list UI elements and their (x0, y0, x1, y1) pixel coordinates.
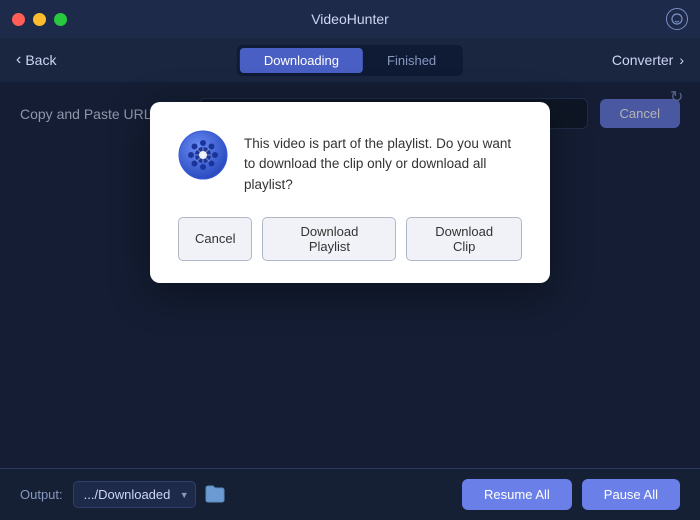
close-button[interactable] (12, 13, 25, 26)
chevron-right-icon: › (679, 52, 684, 68)
pause-all-button[interactable]: Pause All (582, 479, 680, 510)
bottom-bar: Output: .../Downloaded Resume All Pause … (0, 468, 700, 520)
chat-icon[interactable] (666, 8, 688, 30)
folder-icon[interactable] (204, 484, 226, 506)
title-bar: VideoHunter (0, 0, 700, 38)
converter-button[interactable]: Converter › (612, 52, 684, 68)
back-label: Back (25, 52, 56, 68)
resume-all-button[interactable]: Resume All (462, 479, 572, 510)
dialog-download-clip-button[interactable]: Download Clip (406, 217, 522, 261)
tab-downloading[interactable]: Downloading (240, 48, 363, 73)
main-content: Copy and Paste URL here: Cancel ↻ (0, 82, 700, 468)
dialog-overlay: This video is part of the playlist. Do y… (0, 82, 700, 468)
dialog-actions: Cancel Download Playlist Download Clip (178, 217, 522, 261)
tab-finished[interactable]: Finished (363, 48, 460, 73)
output-select[interactable]: .../Downloaded (73, 481, 196, 508)
app-title: VideoHunter (311, 11, 389, 27)
minimize-button[interactable] (33, 13, 46, 26)
dialog-cancel-button[interactable]: Cancel (178, 217, 252, 261)
back-button[interactable]: ‹ Back (16, 51, 56, 69)
nav-bar: ‹ Back Downloading Finished Converter › (0, 38, 700, 82)
window-controls (12, 13, 67, 26)
output-select-wrap: .../Downloaded (73, 481, 226, 508)
output-label: Output: (20, 487, 63, 502)
film-reel-icon (178, 130, 228, 185)
dialog-download-playlist-button[interactable]: Download Playlist (262, 217, 396, 261)
dialog: This video is part of the playlist. Do y… (150, 102, 550, 283)
dialog-body: This video is part of the playlist. Do y… (178, 130, 522, 195)
output-select-container: .../Downloaded (73, 481, 196, 508)
back-arrow-icon: ‹ (16, 51, 21, 69)
bottom-right-actions: Resume All Pause All (462, 479, 680, 510)
maximize-button[interactable] (54, 13, 67, 26)
title-bar-right (666, 8, 688, 30)
dialog-message: This video is part of the playlist. Do y… (244, 130, 522, 195)
nav-tabs: Downloading Finished (237, 45, 463, 76)
converter-label: Converter (612, 52, 673, 68)
